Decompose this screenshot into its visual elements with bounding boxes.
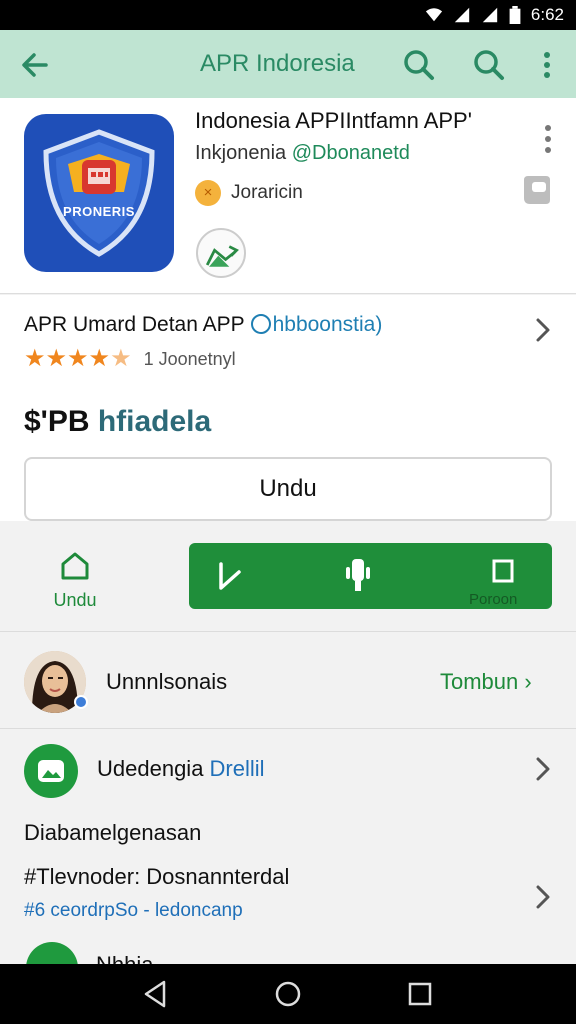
star-icon: ★ <box>45 345 68 372</box>
app-bar: APR Indoresia <box>0 30 576 98</box>
battery-icon <box>509 6 521 24</box>
related-app-title[interactable]: Udedengia Drellil <box>97 756 265 782</box>
price-value: $'PB <box>24 405 98 438</box>
category-row: × Joraricin <box>195 180 303 206</box>
download-button[interactable]: Undu <box>24 457 552 521</box>
more-vert-icon[interactable] <box>536 50 558 80</box>
search-icon[interactable] <box>472 48 506 82</box>
section-heading: Diabamelgenasan <box>24 820 202 845</box>
star-icon: ★ <box>88 345 111 372</box>
developer-name: Inkjonenia <box>195 142 292 164</box>
chevron-right-icon[interactable] <box>532 754 554 784</box>
rating-stars: ★ ★ ★ ★ ★ 1 Joonetnyl <box>24 347 236 371</box>
check-icon[interactable] <box>215 560 245 594</box>
shield-icon <box>43 129 155 257</box>
tag-icon <box>250 314 271 334</box>
share-button[interactable] <box>196 228 246 278</box>
app-link-icon[interactable] <box>24 744 78 798</box>
signal-icon <box>454 7 470 23</box>
star-half-icon: ★ <box>110 345 132 372</box>
chat-bubble-icon[interactable] <box>522 172 552 206</box>
wifi-icon <box>425 8 443 22</box>
back-arrow-icon[interactable] <box>18 48 52 82</box>
nav-back-icon[interactable] <box>140 978 172 1010</box>
install-side-button[interactable]: Undu <box>30 550 120 620</box>
price-label: $'PB hfiadela <box>24 405 211 439</box>
detail-link[interactable]: #6 ceordrpSo - ledoncanp <box>24 900 243 922</box>
photo-icon <box>38 760 64 782</box>
user-link[interactable]: Tombun › <box>440 669 532 695</box>
search-icon[interactable] <box>402 48 436 82</box>
clock: 6:62 <box>530 5 564 24</box>
home-outline-icon <box>61 552 89 580</box>
price-suffix: hfiadela <box>97 405 212 438</box>
more-vert-icon[interactable] <box>540 124 556 154</box>
verified-badge-icon <box>74 695 88 709</box>
nav-home-icon[interactable] <box>272 978 304 1010</box>
bookmark-icon[interactable] <box>489 557 517 585</box>
user-name: Unnnlsonais <box>106 669 228 694</box>
chevron-right-icon[interactable] <box>532 882 554 912</box>
related-app-title-highlight: Drellil <box>209 756 265 781</box>
primary-action-label: Poroon <box>469 591 518 608</box>
app-subtitle[interactable]: APR Umard Detan APP hbboonstia) <box>24 313 382 337</box>
user-link-text: Tombun <box>440 669 519 694</box>
app-header-card: PRONERIS Indonesia APPIIntfamn APP' Inkj… <box>0 98 576 294</box>
chevron-right-icon[interactable] <box>532 315 554 345</box>
related-app-section: Udedengia Drellil Diabamelgenasan #Tlevn… <box>0 730 576 994</box>
subtitle-tag: hbboonstia) <box>272 313 383 336</box>
detail-line: #Tlevnoder: Dosnannterdal <box>24 864 290 889</box>
star-icon: ★ <box>67 345 89 372</box>
subtitle-text: APR Umard Detan APP <box>24 313 245 336</box>
primary-action-bar[interactable]: Poroon <box>189 543 552 609</box>
action-row: Undu Poroon <box>0 522 576 632</box>
app-icon[interactable]: PRONERIS <box>24 114 174 272</box>
install-side-label: Undu <box>53 590 97 610</box>
user-row[interactable]: Unnnlsonais Tombun › <box>0 633 576 729</box>
review-count: 1 Joonetnyl <box>143 348 236 369</box>
nav-recents-icon[interactable] <box>404 978 436 1010</box>
developer-line: Inkjonenia @Dbonanetd <box>195 142 410 165</box>
app-icon-label: PRONERIS <box>63 204 135 219</box>
status-bar: 6:62 <box>0 0 576 30</box>
app-info-section: APR Umard Detan APP hbboonstia) ★ ★ ★ ★ ★… <box>0 295 576 521</box>
page-title: APR Indoresia <box>200 50 355 77</box>
system-nav-bar <box>0 964 576 1024</box>
developer-handle[interactable]: @Dbonanetd <box>292 142 410 164</box>
share-icon <box>205 245 239 267</box>
star-icon: ★ <box>24 345 46 372</box>
signal-icon <box>482 7 498 23</box>
app-name: Indonesia APPIIntfamn APP' <box>195 108 472 133</box>
android-icon[interactable] <box>343 555 373 593</box>
category-icon: × <box>195 180 221 206</box>
category-label: Joraricin <box>231 182 303 203</box>
related-app-title-text: Udedengia <box>97 756 210 781</box>
